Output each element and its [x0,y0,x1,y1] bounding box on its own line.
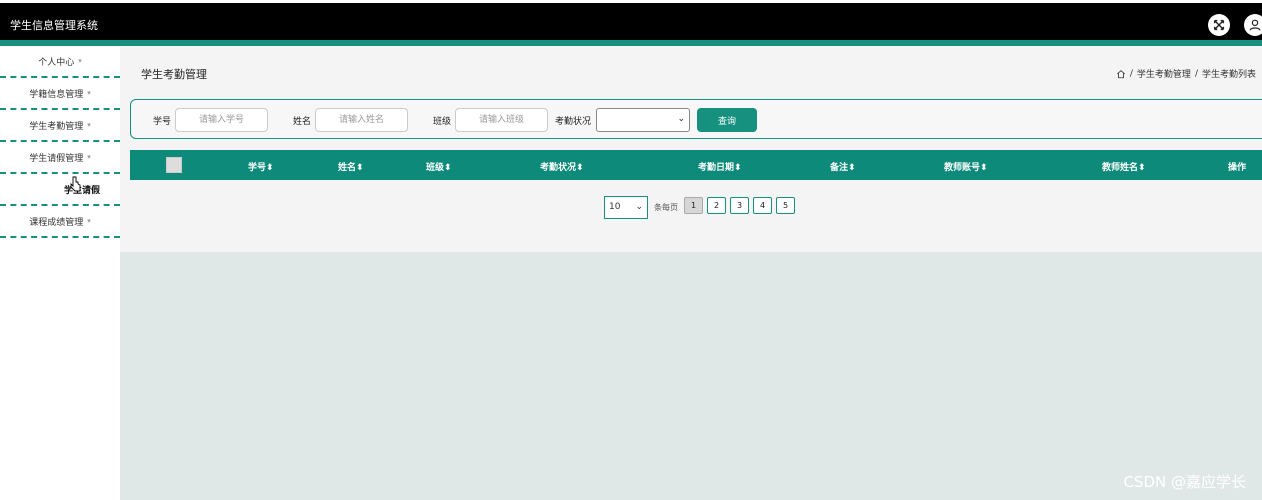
column-header-remarks[interactable]: 备注⬍ [830,160,856,173]
user-icon[interactable] [1244,14,1262,36]
sidebar: 个人中心 ▾ 学籍信息管理 ▾ 学生考勤管理 ▾ 学生请假管理 ▾ 学生请假 课… [0,46,120,500]
sort-icon: ⬍ [356,163,364,173]
sidebar-item-label: 学生请假管理 [29,153,84,164]
page-button-5[interactable]: 5 [776,197,795,214]
class-input[interactable]: 请输入班级 [455,108,548,132]
column-label: 教师账号 [944,163,981,173]
attendance-status-select[interactable]: ⌄ [596,108,690,132]
sidebar-item-label: 个人中心 [38,57,75,68]
column-header-name[interactable]: 姓名⬍ [338,160,364,173]
name-input[interactable]: 请输入姓名 [315,108,408,132]
page-button-2[interactable]: 2 [707,197,726,214]
home-icon[interactable] [1116,69,1126,79]
column-header-teacher-account[interactable]: 教师账号⬍ [944,160,988,173]
chevron-down-icon: ⌄ [635,202,643,212]
sidebar-item-course-grades[interactable]: 课程成绩管理 ▾ [0,206,120,238]
sort-icon: ⬍ [576,163,584,173]
chevron-down-icon: ▾ [78,57,82,65]
chevron-down-icon: ▾ [87,89,91,97]
student-id-label: 学号 [153,117,172,127]
page-button-3[interactable]: 3 [730,197,749,214]
page-size-value: 10 [609,202,621,212]
sort-icon: ⬍ [980,163,988,173]
table-header: 学号⬍ 姓名⬍ 班级⬍ 考勤状况⬍ 考勤日期⬍ 备注⬍ 教师账号⬍ 教师姓名⬍ … [130,150,1262,180]
column-header-actions: 操作 [1228,163,1247,173]
column-header-attendance-status[interactable]: 考勤状况⬍ [540,160,584,173]
chevron-down-icon: ⌄ [677,114,685,124]
sort-icon: ⬍ [266,163,274,173]
column-label: 姓名 [338,163,357,173]
column-header-attendance-date[interactable]: 考勤日期⬍ [698,160,742,173]
column-label: 考勤日期 [698,163,735,173]
column-label: 教师姓名 [1102,163,1139,173]
attendance-status-label: 考勤状况 [555,117,592,127]
column-header-teacher-name[interactable]: 教师姓名⬍ [1102,160,1146,173]
page-button-1[interactable]: 1 [684,197,703,214]
sort-icon: ⬍ [848,163,856,173]
sidebar-item-leave[interactable]: 学生请假管理 ▾ [0,142,120,174]
sidebar-item-label: 课程成绩管理 [29,217,84,228]
search-panel: 学号 请输入学号 姓名 请输入姓名 班级 请输入班级 考勤状况 ⌄ 查询 [130,99,1262,139]
app-title: 学生信息管理系统 [10,19,98,32]
page-title: 学生考勤管理 [141,68,207,81]
watermark: CSDN @嘉应学长 [1123,473,1246,491]
chevron-down-icon: ▾ [87,217,91,225]
column-header-class[interactable]: 班级⬍ [426,160,452,173]
chevron-down-icon: ▾ [87,153,91,161]
page-size-select[interactable]: 10 ⌄ [604,196,648,219]
sort-icon: ⬍ [1138,163,1146,173]
column-label: 学号 [248,163,267,173]
breadcrumb-item[interactable]: 学生考勤管理 [1137,67,1191,80]
sidebar-item-label: 学生考勤管理 [29,121,84,132]
sort-icon: ⬍ [734,163,742,173]
sort-icon: ⬍ [444,163,452,173]
sidebar-item-personal-center[interactable]: 个人中心 ▾ [0,46,120,78]
top-bar: 学生信息管理系统 [0,0,1262,46]
column-label: 考勤状况 [540,163,577,173]
column-label: 班级 [426,163,445,173]
sidebar-subitem-student-leave[interactable]: 学生请假 [0,174,120,206]
sidebar-item-attendance[interactable]: 学生考勤管理 ▾ [0,110,120,142]
column-label: 备注 [830,163,849,173]
column-header-student-id[interactable]: 学号⬍ [248,160,274,173]
content-area: CSDN @嘉应学长 [120,252,1262,500]
pagination: 10 ⌄ 条每页 1 2 3 4 5 [120,196,1262,220]
student-id-input[interactable]: 请输入学号 [175,108,268,132]
sidebar-item-label: 学籍信息管理 [29,89,84,100]
sidebar-item-student-records[interactable]: 学籍信息管理 ▾ [0,78,120,110]
class-label: 班级 [433,117,452,127]
breadcrumb: / 学生考勤管理 / 学生考勤列表 [1116,67,1256,80]
name-label: 姓名 [293,117,312,127]
fullscreen-icon[interactable] [1208,14,1230,36]
chevron-down-icon: ▾ [87,121,91,129]
search-button[interactable]: 查询 [697,108,757,132]
select-all-checkbox[interactable] [166,157,182,173]
breadcrumb-separator: / [1129,68,1133,79]
per-page-label: 条每页 [654,203,678,212]
breadcrumb-separator: / [1194,68,1198,79]
breadcrumb-item-current: 学生考勤列表 [1201,70,1256,80]
main-content: 学生考勤管理 / 学生考勤管理 / 学生考勤列表 学号 请输入学号 姓名 请输入… [120,46,1262,500]
pointer-cursor-icon [70,176,81,192]
page-button-4[interactable]: 4 [753,197,772,214]
